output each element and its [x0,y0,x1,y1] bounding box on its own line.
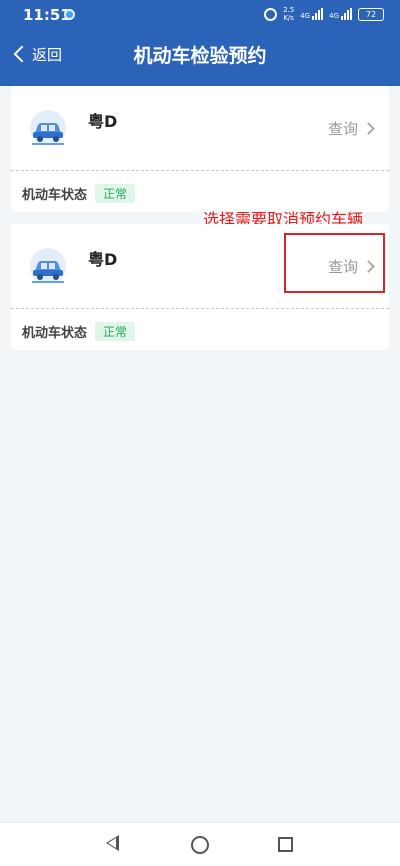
status-badge: 正常 [95,322,136,341]
plate-number: 粤D [88,112,118,131]
divider [11,170,389,171]
signal-icon: 4G [300,8,324,20]
chevron-right-icon [362,122,375,135]
nav-home-icon[interactable] [191,836,209,854]
status-label: 机动车状态 [22,188,88,203]
status-label: 机动车状态 [22,326,88,341]
nav-back-icon[interactable] [106,835,119,851]
vehicle-status-row: 机动车状态 正常 [22,322,136,341]
vehicle-card[interactable]: 粤D 查询 机动车状态 正常 [11,86,389,212]
location-icon [64,9,75,20]
car-icon [30,248,66,284]
signal-icon-2: 4G [329,8,352,20]
network-speed: 2.5 K/s [283,6,295,22]
network-type: 4G [300,12,311,20]
plate-number: 粤D [88,250,118,269]
query-label: 查询 [327,120,358,138]
alarm-icon [264,7,278,21]
page-title: 机动车检验预约 [133,45,267,67]
nav-recent-icon[interactable] [278,837,293,852]
annotation-highlight-box [284,233,385,293]
vehicle-status-row: 机动车状态 正常 [22,184,136,203]
car-icon [30,110,66,146]
battery-icon: 72 [358,7,384,21]
status-badge: 正常 [95,184,136,203]
divider [11,308,389,309]
system-nav-bar [0,822,400,866]
query-button[interactable]: 查询 [327,118,375,139]
status-indicators: 2.5 K/s 4G 4G 72 [264,6,384,22]
status-bar: 11:51 2.5 K/s 4G 4G 72 [0,0,400,30]
app-header: 11:51 2.5 K/s 4G 4G 72 返回 机动车检验预约 [0,0,400,86]
nav-bar: 返回 机动车检验预约 [0,32,400,76]
network-type-2: 4G [329,12,339,20]
